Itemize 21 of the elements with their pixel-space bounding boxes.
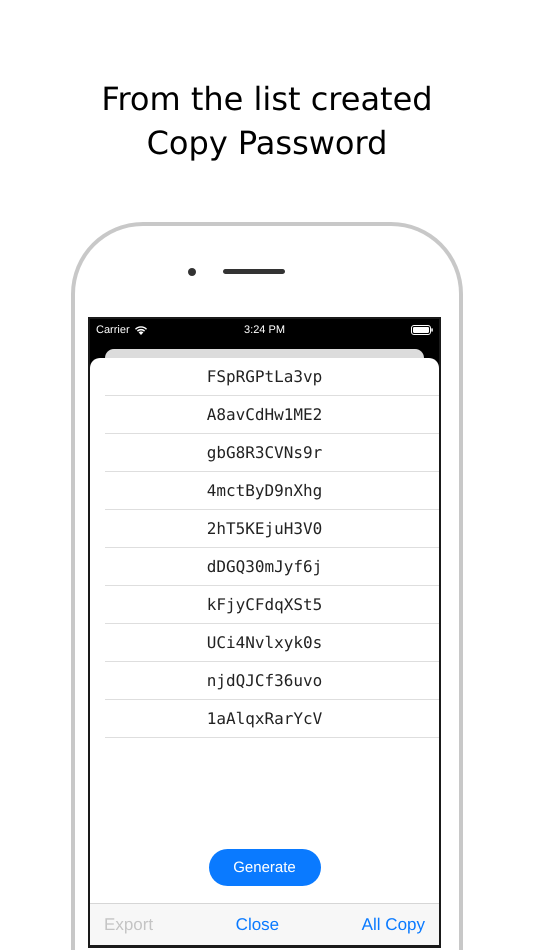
password-item[interactable]: kFjyCFdqXSt5: [206, 595, 322, 614]
password-item[interactable]: 1aAlqxRarYcV: [206, 709, 322, 728]
generate-button[interactable]: Generate: [208, 849, 320, 886]
status-time: 3:24 PM: [244, 324, 285, 336]
camera-icon: [188, 268, 196, 276]
battery-icon: [411, 324, 433, 334]
speaker-icon: [222, 269, 284, 274]
toolbar-button[interactable]: Close: [236, 914, 280, 934]
password-item[interactable]: gbG8R3CVNs9r: [206, 443, 322, 462]
wifi-icon: [134, 324, 148, 334]
headline: From the list created: [101, 79, 433, 120]
password-item[interactable]: UCi4Nvlxyk0s: [206, 633, 322, 652]
password-item[interactable]: njdQJCf36uvo: [206, 671, 322, 690]
password-item[interactable]: A8avCdHw1ME2: [206, 405, 322, 424]
password-item[interactable]: 4mctByD9nXhg: [206, 481, 322, 500]
carrier-label: Carrier: [96, 324, 130, 336]
password-item[interactable]: 2hT5KEjuH3V0: [206, 519, 322, 538]
headline: Copy Password: [146, 123, 388, 164]
password-item[interactable]: dDGQ30mJyf6j: [206, 557, 322, 576]
toolbar-button[interactable]: All Copy: [362, 914, 425, 934]
password-item[interactable]: FSpRGPtLa3vp: [206, 367, 322, 386]
